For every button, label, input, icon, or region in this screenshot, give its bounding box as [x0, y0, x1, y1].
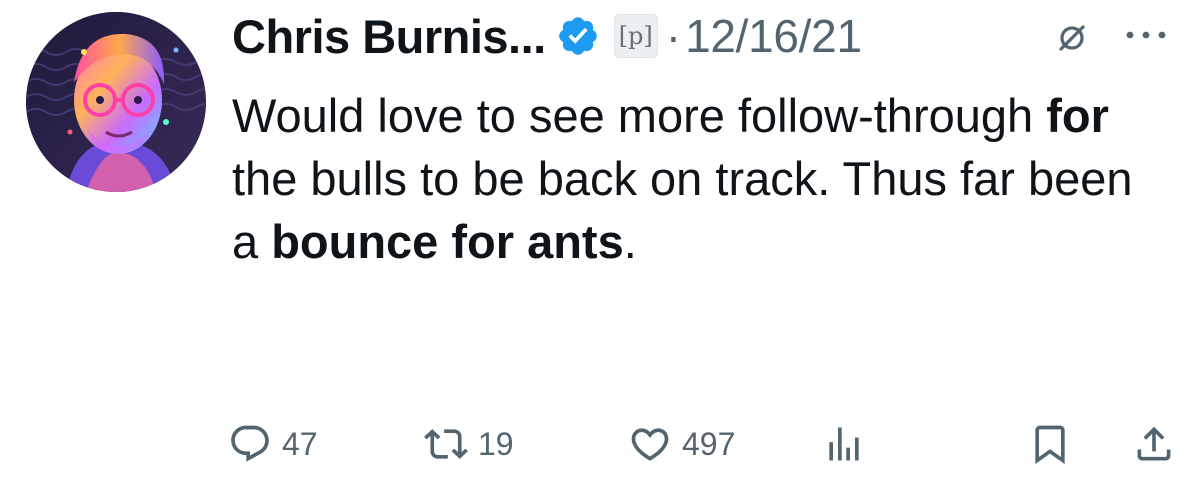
- like-button[interactable]: 497: [628, 418, 735, 470]
- action-bar: 47 19 497: [228, 418, 1188, 470]
- affiliate-badge[interactable]: [p]: [613, 14, 658, 58]
- tweet-header: Chris Burnis... [p] · 12/16/21: [232, 6, 862, 66]
- date-separator: ·: [665, 10, 682, 62]
- tweet-text-segment: Would love to see more follow-through: [232, 89, 1047, 142]
- tweet-text-bold: for: [1046, 89, 1109, 142]
- views-icon: [829, 427, 859, 461]
- tweet-text-segment: .: [623, 215, 637, 268]
- retweet-button[interactable]: 19: [424, 418, 514, 470]
- avatar-image: [26, 12, 206, 192]
- tweet-date[interactable]: 12/16/21: [685, 9, 862, 63]
- avatar[interactable]: [26, 12, 206, 192]
- retweet-count: 19: [478, 425, 514, 462]
- share-icon: [1137, 426, 1171, 461]
- verified-badge-icon: [556, 14, 600, 58]
- bookmark-icon: [1035, 425, 1065, 465]
- like-icon: [631, 428, 669, 461]
- tweet[interactable]: Chris Burnis... [p] · 12/16/21 Would lov…: [0, 0, 1200, 487]
- author-display-name[interactable]: Chris Burnis...: [232, 9, 546, 64]
- tweet-text-bold: bounce for ants: [271, 215, 624, 268]
- reply-icon: [231, 425, 269, 462]
- reply-count: 47: [282, 425, 318, 462]
- views-button[interactable]: [822, 418, 866, 470]
- like-count: 497: [682, 425, 736, 462]
- retweet-icon: [424, 429, 468, 459]
- tweet-text: Would love to see more follow-through fo…: [232, 84, 1162, 273]
- hidden-icon: [1052, 18, 1092, 58]
- bookmark-button[interactable]: [1028, 418, 1072, 470]
- more-icon[interactable]: [1118, 20, 1174, 50]
- reply-button[interactable]: 47: [228, 418, 318, 470]
- share-button[interactable]: [1132, 418, 1176, 470]
